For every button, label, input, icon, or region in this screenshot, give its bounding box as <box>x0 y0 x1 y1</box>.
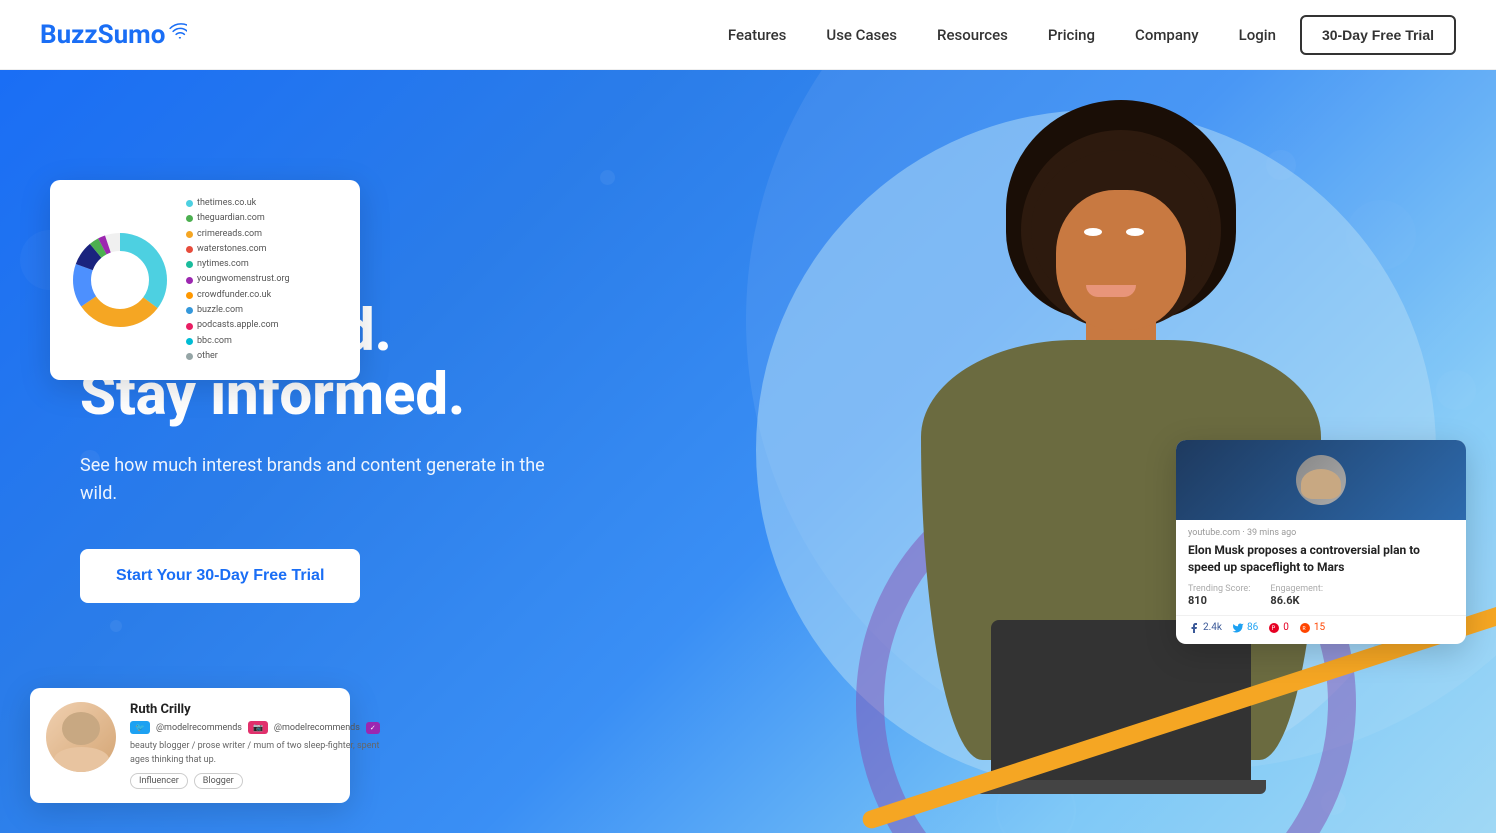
bg-dot-7 <box>1436 370 1476 410</box>
legend-label-10: other <box>197 349 218 364</box>
legend-label-1: theguardian.com <box>197 211 265 226</box>
legend-label-2: crimereads.com <box>197 227 262 242</box>
navbar: BuzzSumo Features Use Cases Resources Pr… <box>0 0 1496 70</box>
hero-subtext: See how much interest brands and content… <box>80 452 560 510</box>
social-pinterest: P 0 <box>1268 622 1289 634</box>
donut-legend: thetimes.co.uk theguardian.com crimeread… <box>186 196 290 364</box>
instagram-handle-badge: 📷 <box>248 721 268 734</box>
twitter-handle-badge: 🐦 <box>130 721 150 734</box>
legend-dot-8 <box>186 323 193 330</box>
nav-item-resources[interactable]: Resources <box>937 25 1008 44</box>
pinterest-count: 0 <box>1283 622 1289 633</box>
hero-cta-button[interactable]: Start Your 30-Day Free Trial <box>80 549 360 603</box>
social-reddit: R 15 <box>1299 622 1325 634</box>
reddit-icon: R <box>1299 622 1311 634</box>
card-trending-image <box>1176 440 1466 520</box>
influencer-info: Ruth Crilly 🐦 @modelrecommends 📷 @modelr… <box>130 702 380 789</box>
nav-links: Features Use Cases Resources Pricing Com… <box>728 25 1199 44</box>
card-donut: thetimes.co.uk theguardian.com crimeread… <box>50 180 360 380</box>
legend-dot-6 <box>186 292 193 299</box>
legend-item-9: bbc.com <box>186 334 290 349</box>
login-link[interactable]: Login <box>1239 26 1276 44</box>
logo-text: BuzzSumo <box>40 20 165 50</box>
trending-score-block: Trending Score: 810 <box>1188 584 1250 607</box>
legend-label-9: bbc.com <box>197 334 232 349</box>
legend-label-8: podcasts.apple.com <box>197 318 279 333</box>
social-facebook: 2.4k <box>1188 622 1222 634</box>
legend-item-2: crimereads.com <box>186 227 290 242</box>
legend-dot-0 <box>186 200 193 207</box>
engagement-label: Engagement: <box>1270 584 1323 594</box>
instagram-handle-text: @modelrecommends <box>274 723 360 733</box>
svg-text:P: P <box>1272 625 1276 632</box>
legend-item-4: nytimes.com <box>186 257 290 272</box>
legend-dot-2 <box>186 231 193 238</box>
legend-dot-5 <box>186 277 193 284</box>
logo[interactable]: BuzzSumo <box>40 20 187 50</box>
legend-item-8: podcasts.apple.com <box>186 318 290 333</box>
tag-influencer: Influencer <box>130 773 188 789</box>
legend-item-1: theguardian.com <box>186 211 290 226</box>
svg-text:R: R <box>1302 626 1305 632</box>
reddit-count: 15 <box>1314 622 1325 633</box>
legend-label-6: crowdfunder.co.uk <box>197 288 271 303</box>
legend-dot-9 <box>186 338 193 345</box>
legend-item-5: youngwomenstrust.org <box>186 272 290 287</box>
trending-score-label: Trending Score: <box>1188 584 1250 594</box>
legend-label-5: youngwomenstrust.org <box>197 272 290 287</box>
legend-item-7: buzzle.com <box>186 303 290 318</box>
legend-label-7: buzzle.com <box>197 303 243 318</box>
legend-item-6: crowdfunder.co.uk <box>186 288 290 303</box>
facebook-icon <box>1188 622 1200 634</box>
hero-section: Be inspired. Stay informed. See how much… <box>0 70 1496 833</box>
legend-dot-10 <box>186 353 193 360</box>
card-trending-social: 2.4k 86 P 0 R 15 <box>1176 615 1466 644</box>
verified-badge: ✓ <box>366 722 380 734</box>
legend-dot-4 <box>186 261 193 268</box>
engagement-block: Engagement: 86.6K <box>1270 584 1323 607</box>
card-trending: youtube.com · 39 mins ago Elon Musk prop… <box>1176 440 1466 644</box>
pinterest-icon: P <box>1268 622 1280 634</box>
legend-item-3: waterstones.com <box>186 242 290 257</box>
twitter-handle-text: @modelrecommends <box>156 723 242 733</box>
facebook-count: 2.4k <box>1203 622 1222 633</box>
legend-item-10: other <box>186 349 290 364</box>
legend-label-3: waterstones.com <box>197 242 267 257</box>
card-influencer: Ruth Crilly 🐦 @modelrecommends 📷 @modelr… <box>30 688 350 803</box>
influencer-name: Ruth Crilly <box>130 702 380 717</box>
twitter-count: 86 <box>1247 622 1258 633</box>
twitter-icon <box>1232 622 1244 634</box>
donut-chart-svg <box>70 230 170 330</box>
card-trending-source: youtube.com · 39 mins ago <box>1176 520 1466 540</box>
nav-item-features[interactable]: Features <box>728 25 786 44</box>
free-trial-button[interactable]: 30-Day Free Trial <box>1300 15 1456 55</box>
legend-item-0: thetimes.co.uk <box>186 196 290 211</box>
legend-label-0: thetimes.co.uk <box>197 196 256 211</box>
bg-dot-3 <box>110 620 122 632</box>
tag-blogger: Blogger <box>194 773 243 789</box>
influencer-bio: beauty blogger / prose writer / mum of t… <box>130 740 380 767</box>
influencer-handles: 🐦 @modelrecommends 📷 @modelrecommends ✓ <box>130 721 380 734</box>
nav-item-use-cases[interactable]: Use Cases <box>826 25 897 44</box>
influencer-tags: Influencer Blogger <box>130 773 380 789</box>
bg-dot-10 <box>600 170 615 185</box>
card-trending-meta: Trending Score: 810 Engagement: 86.6K <box>1176 584 1466 615</box>
legend-dot-1 <box>186 215 193 222</box>
trending-score-value: 810 <box>1188 594 1250 607</box>
legend-label-4: nytimes.com <box>197 257 249 272</box>
card-trending-title: Elon Musk proposes a controversial plan … <box>1176 540 1466 584</box>
logo-wifi-icon <box>169 22 187 40</box>
legend-dot-7 <box>186 307 193 314</box>
nav-item-pricing[interactable]: Pricing <box>1048 25 1095 44</box>
social-twitter: 86 <box>1232 622 1258 634</box>
engagement-value: 86.6K <box>1270 594 1323 607</box>
nav-item-company[interactable]: Company <box>1135 25 1199 44</box>
nav-actions: Login 30-Day Free Trial <box>1239 15 1456 55</box>
influencer-avatar <box>46 702 116 772</box>
legend-dot-3 <box>186 246 193 253</box>
